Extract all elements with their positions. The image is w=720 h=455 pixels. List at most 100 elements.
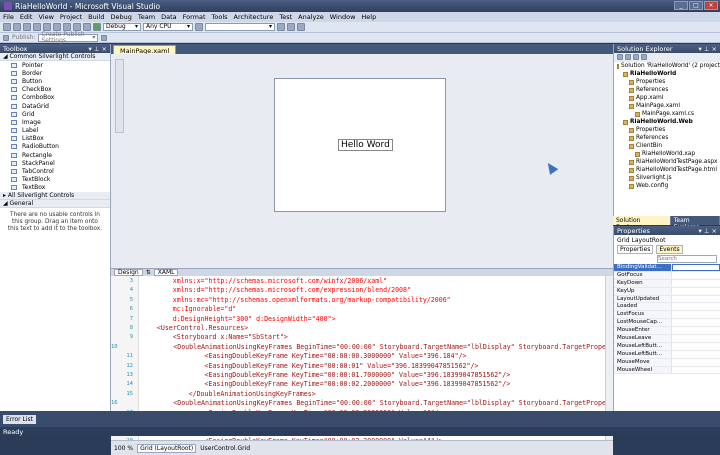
code-line[interactable]: 10 <DoubleAnimationUsingKeyFrames BeginT… [111,343,605,352]
maximize-button[interactable]: □ [689,1,703,10]
event-row[interactable]: MouseLeftButt... [614,350,720,359]
show-all-files-icon[interactable] [625,54,631,60]
publish-web-icon[interactable] [101,34,108,41]
code-line[interactable]: 9 <Storyboard x:Name="SbStart"> [111,333,605,342]
platform-select[interactable]: Any CPU ▾ [143,23,193,31]
pin-close-icons[interactable]: ▾ ⊥ × [88,45,107,53]
event-row[interactable]: MouseWheel [614,366,720,375]
solution-tree-item[interactable]: RiaHelloWorld.Web [614,118,720,126]
copy-icon[interactable] [53,23,61,31]
event-row[interactable]: MouseEnter [614,327,720,336]
menu-build[interactable]: Build [88,13,104,21]
toolbox-item[interactable]: TextBox [0,184,110,192]
tab-events[interactable]: Events [656,245,683,254]
solution-tree-item[interactable]: MainPage.xaml [614,102,720,110]
properties-icon[interactable] [287,23,295,31]
new-project-icon[interactable] [3,23,11,31]
menu-team[interactable]: Team [138,13,155,21]
start-debug-icon[interactable] [93,23,101,31]
toolbox-group-all[interactable]: ▸ All Silverlight Controls [0,192,110,200]
paste-icon[interactable] [63,23,71,31]
menu-test[interactable]: Test [279,13,292,21]
event-row[interactable]: LayoutUpdated [614,295,720,304]
solution-explorer-icon[interactable] [277,23,285,31]
solution-tree-item[interactable]: Silverlight.js [614,174,720,182]
toolbox-icon[interactable] [297,23,305,31]
event-row[interactable]: LostFocus [614,311,720,320]
toolbox-item[interactable]: Pointer [0,61,110,69]
toolbox-item[interactable]: TextBlock [0,176,110,184]
toolbox-item[interactable]: Rectangle [0,151,110,159]
menu-data[interactable]: Data [161,13,177,21]
menu-debug[interactable]: Debug [111,13,132,21]
toolbox-item[interactable]: Label [0,127,110,135]
configuration-select[interactable]: Debug ▾ [103,23,141,31]
event-handler-input[interactable] [672,272,720,279]
page-canvas[interactable]: Hello Word [274,78,446,212]
solution-tree-item[interactable]: Solution 'RiaHelloWorld' (2 projects) [614,62,720,70]
code-line[interactable]: 4 xmlns:d="http://schemas.microsoft.com/… [111,286,605,295]
event-handler-input[interactable] [672,288,720,295]
solution-tree-item[interactable]: RiaHelloWorld.xap [614,150,720,158]
publish-settings-select[interactable]: Create Publish Settings ▾ [38,31,99,43]
event-handler-input[interactable] [672,319,720,326]
solution-tree-item[interactable]: References [614,86,720,94]
save-icon[interactable] [23,23,31,31]
refresh-icon[interactable] [633,54,639,60]
menu-view[interactable]: View [38,13,53,21]
properties-search-input[interactable] [657,255,717,263]
code-line[interactable]: 14 <EasingDoubleKeyFrame KeyTime="00:00:… [111,380,605,389]
toolbox-item[interactable]: CheckBox [0,86,110,94]
code-line[interactable]: 5 xmlns:mc="http://schemas.openxmlformat… [111,296,605,305]
menu-architecture[interactable]: Architecture [234,13,274,21]
tab-mainpage-xaml[interactable]: MainPage.xaml [113,45,177,55]
menu-format[interactable]: Format [183,13,206,21]
event-handler-input[interactable] [672,367,720,374]
cut-icon[interactable] [43,23,51,31]
toolbox-item[interactable]: RadioButton [0,143,110,151]
code-line[interactable]: 16 <DoubleAnimationUsingKeyFrames BeginT… [111,399,605,408]
event-row[interactable]: Loaded [614,303,720,312]
toolbox-group-general[interactable]: ◢ General [0,200,110,208]
code-line[interactable]: 3 xmlns:x="http://schemas.microsoft.com/… [111,277,605,286]
design-surface[interactable]: Hello Word [111,54,613,268]
pin-close-icons[interactable]: ▾ ⊥ × [698,45,717,53]
menu-help[interactable]: Help [361,13,376,21]
event-row[interactable]: MouseMove [614,358,720,367]
tab-properties[interactable]: Properties [617,245,654,254]
save-all-icon[interactable] [33,23,41,31]
event-handler-input[interactable] [672,311,720,318]
properties-icon[interactable] [617,54,623,60]
toolbox-item[interactable]: TabControl [0,167,110,175]
code-line[interactable]: 11 <EasingDoubleKeyFrame KeyTime="00:00:… [111,352,605,361]
code-line[interactable]: 15 </DoubleAnimationUsingKeyFrames> [111,390,605,399]
solution-tree-item[interactable]: References [614,134,720,142]
menu-window[interactable]: Window [330,13,356,21]
redo-icon[interactable] [83,23,91,31]
event-row[interactable]: MouseLeftButt... [614,342,720,351]
tab-team-explorer[interactable]: Team Explorer [671,216,720,231]
publish-icon[interactable] [3,34,9,41]
event-row[interactable]: BindingValidat... [614,264,720,272]
tab-design[interactable]: Design [114,269,143,276]
open-icon[interactable] [13,23,21,31]
solution-tree-item[interactable]: Properties [614,78,720,86]
code-line[interactable]: 6 mc:Ignorable="d" [111,305,605,314]
menu-project[interactable]: Project [60,13,82,21]
event-handler-input[interactable] [672,351,720,358]
error-list-tab[interactable]: Error List [3,414,37,424]
solution-tree-item[interactable]: ClientBin [614,142,720,150]
swap-panes-icon[interactable]: ⇅ [146,269,151,276]
menu-tools[interactable]: Tools [212,13,228,21]
event-handler-input[interactable] [672,335,720,342]
solution-tree-item[interactable]: MainPage.xaml.cs [614,110,720,118]
event-row[interactable]: MouseLeave [614,335,720,343]
event-row[interactable]: GotFocus [614,271,720,280]
find-combo[interactable]: ▾ [205,23,275,31]
event-handler-input[interactable] [672,359,720,366]
toolbox-item[interactable]: Grid [0,110,110,118]
event-handler-input[interactable] [672,264,720,271]
minimize-button[interactable]: _ [674,1,688,10]
event-row[interactable]: KeyDown [614,279,720,288]
breadcrumb-usercontrol-grid[interactable]: UserControl.Grid [200,445,250,452]
